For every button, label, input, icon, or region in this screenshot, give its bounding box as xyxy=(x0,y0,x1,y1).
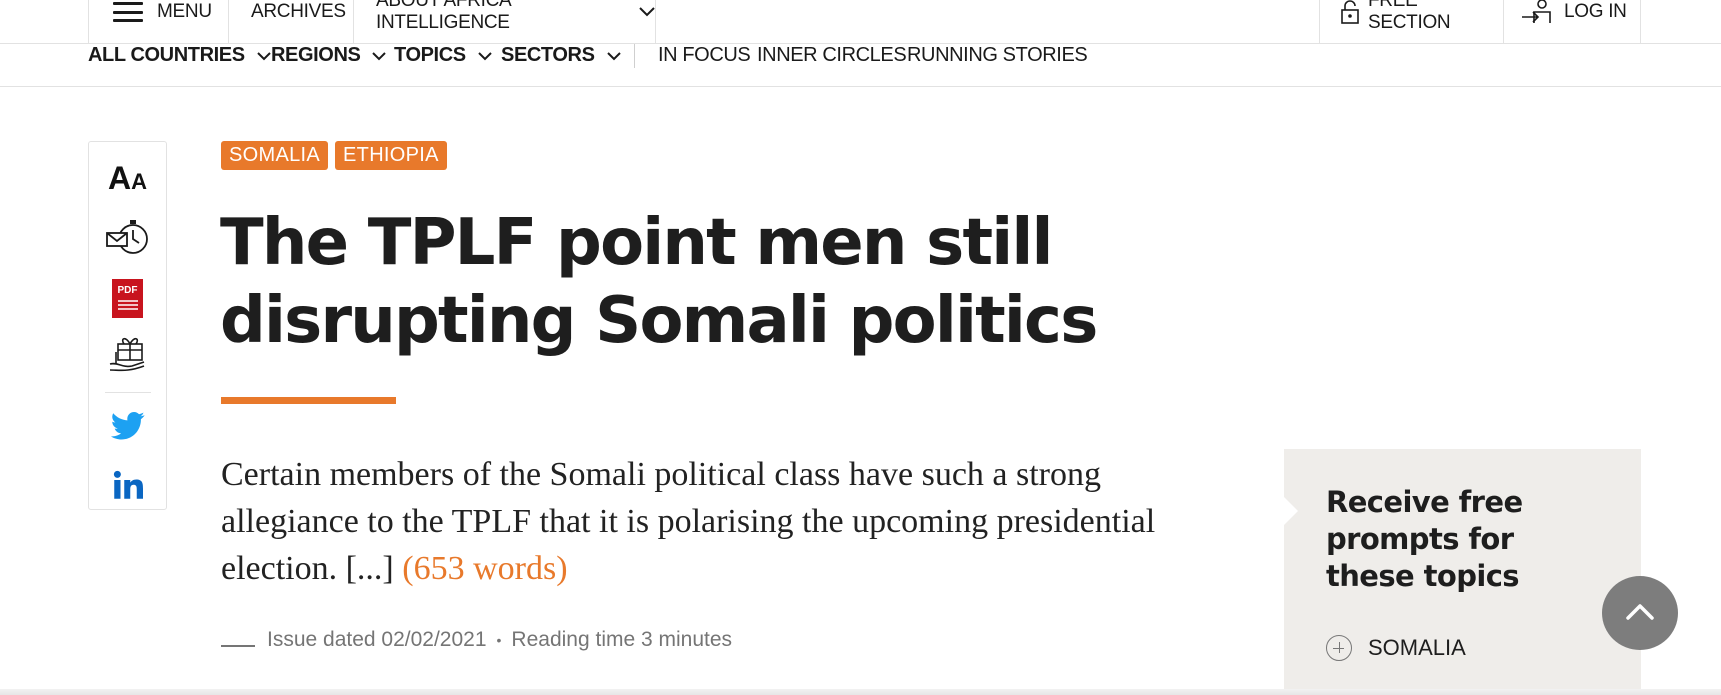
nav-sectors[interactable]: SECTORS xyxy=(501,44,621,66)
font-size-button[interactable]: AA xyxy=(89,156,166,200)
nav-all-countries[interactable]: ALL COUNTRIES xyxy=(88,44,271,66)
topic-label: SOMALIA xyxy=(1368,635,1466,660)
chevron-down-icon xyxy=(639,1,655,23)
chevron-down-icon xyxy=(606,44,621,67)
gift-icon xyxy=(108,334,148,379)
linkedin-icon xyxy=(113,470,143,505)
top-bar: MENU ARCHIVES ABOUT AFRICA INTELLIGENCE … xyxy=(0,0,1721,44)
archives-link[interactable]: ARCHIVES xyxy=(229,0,354,44)
email-alert-button[interactable] xyxy=(89,217,166,261)
word-count: (653 words) xyxy=(402,550,568,587)
article-lede: Certain members of the Somali political … xyxy=(221,451,1231,592)
nav-divider xyxy=(634,44,635,68)
pdf-button[interactable]: PDF xyxy=(89,276,166,320)
tools-divider xyxy=(105,392,151,393)
nav-inner-circles-label: INNER CIRCLES xyxy=(757,43,907,66)
font-size-icon: AA xyxy=(108,159,147,196)
login-icon xyxy=(1520,0,1556,25)
nav-in-focus-label: IN FOCUS xyxy=(658,43,751,66)
menu-icon xyxy=(113,2,143,22)
back-to-top-button[interactable] xyxy=(1602,576,1678,650)
about-label: ABOUT AFRICA INTELLIGENCE xyxy=(376,0,511,33)
chevron-down-icon xyxy=(256,44,271,67)
nav-inner-circles[interactable]: INNER CIRCLES xyxy=(757,43,907,66)
about-dropdown[interactable]: ABOUT AFRICA INTELLIGENCE xyxy=(354,0,656,44)
category-nav: ALL COUNTRIES REGIONS TOPICS SECTORS IN … xyxy=(0,44,1721,87)
topic-alerts-title: Receive free prompts for these topics xyxy=(1326,485,1523,593)
article-title: The TPLF point men still disrupting Soma… xyxy=(220,206,1098,358)
reading-time: Reading time 3 minutes xyxy=(511,628,733,651)
article-tools: AA PDF xyxy=(88,141,167,510)
chevron-up-icon xyxy=(1625,601,1655,626)
panel-notch xyxy=(1284,497,1298,525)
gift-article-button[interactable] xyxy=(89,334,166,378)
nav-regions[interactable]: REGIONS xyxy=(271,43,387,67)
nav-topics[interactable]: TOPICS xyxy=(394,44,492,66)
menu-label: MENU xyxy=(157,1,212,22)
lede-text: Certain members of the Somali political … xyxy=(221,456,1156,587)
linkedin-share-button[interactable] xyxy=(89,465,166,509)
nav-in-focus[interactable]: IN FOCUS xyxy=(658,43,751,66)
free-section-label: FREE SECTION xyxy=(1368,0,1451,33)
article-tags: SOMALIA ETHIOPIA xyxy=(221,141,447,170)
meta-separator: • xyxy=(496,632,502,648)
topic-alerts-panel: Receive free prompts for these topics SO… xyxy=(1284,449,1641,695)
plus-circle-icon xyxy=(1326,635,1352,661)
twitter-icon xyxy=(110,411,145,446)
tag-somalia[interactable]: SOMALIA xyxy=(221,141,329,170)
bottom-edge xyxy=(0,689,1721,695)
tag-ethiopia[interactable]: ETHIOPIA xyxy=(335,141,447,170)
email-alert-icon xyxy=(105,217,151,262)
issue-date: Issue dated 02/02/2021 xyxy=(267,628,487,651)
title-underline xyxy=(221,397,396,404)
meta-dash xyxy=(221,645,255,647)
nav-running-stories-label: RUNNING STORIES xyxy=(907,43,1088,66)
nav-topics-label: TOPICS xyxy=(394,43,466,66)
chevron-down-icon xyxy=(477,44,492,67)
login-label: LOG IN xyxy=(1564,1,1627,22)
nav-all-countries-label: ALL COUNTRIES xyxy=(88,43,245,66)
pdf-icon: PDF xyxy=(112,278,143,318)
login-link[interactable]: LOG IN xyxy=(1504,0,1641,44)
article-meta: Issue dated 02/02/2021 • Reading time 3 … xyxy=(221,628,732,652)
menu-button[interactable]: MENU xyxy=(88,0,229,44)
archives-label: ARCHIVES xyxy=(251,1,346,22)
nav-running-stories[interactable]: RUNNING STORIES xyxy=(907,43,1088,66)
chevron-down-icon xyxy=(372,44,387,67)
free-section-link[interactable]: FREE SECTION xyxy=(1319,0,1504,44)
nav-regions-label: REGIONS xyxy=(271,43,361,66)
twitter-share-button[interactable] xyxy=(89,406,166,450)
padlock-icon xyxy=(1340,0,1360,24)
follow-topic-somalia[interactable]: SOMALIA xyxy=(1326,635,1466,661)
nav-sectors-label: SECTORS xyxy=(501,43,595,66)
